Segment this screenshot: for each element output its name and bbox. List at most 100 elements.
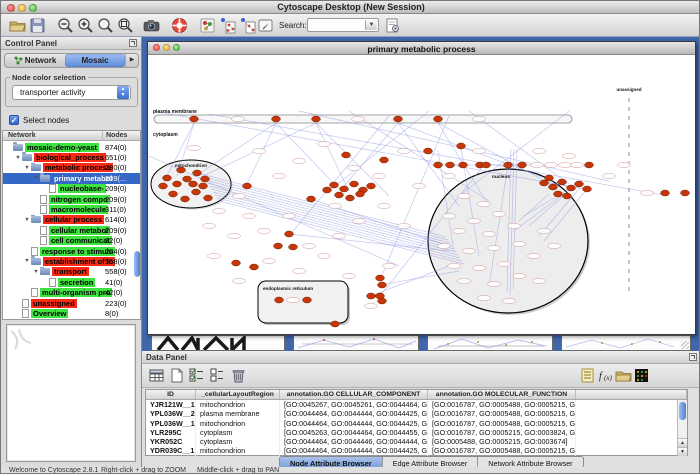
node-label[interactable]	[458, 278, 471, 283]
background-window-sliver[interactable]	[561, 335, 691, 351]
expander-icon[interactable]: ▼	[32, 269, 40, 275]
expander-icon[interactable]: ▼	[23, 258, 31, 264]
node-label[interactable]	[513, 273, 526, 278]
select-attributes-icon[interactable]	[188, 367, 205, 384]
graph-node[interactable]	[424, 148, 433, 154]
graph-node[interactable]	[323, 187, 332, 193]
node-label[interactable]	[352, 116, 365, 121]
select-nodes-checkbox[interactable]: ✓	[9, 115, 19, 125]
node-label[interactable]	[398, 223, 411, 228]
tab-network[interactable]: Network	[5, 54, 65, 67]
tree-row[interactable]: secretion41(0)	[3, 277, 140, 287]
delete-attribute-icon[interactable]	[230, 367, 247, 384]
expander-icon[interactable]: ▼	[23, 165, 31, 171]
node-label[interactable]	[293, 268, 306, 273]
graph-node[interactable]	[554, 191, 563, 197]
graph-node[interactable]	[350, 181, 359, 187]
graph-edge[interactable]	[371, 266, 449, 296]
graph-node[interactable]	[504, 162, 513, 168]
graph-node[interactable]	[346, 195, 355, 201]
open-file-icon[interactable]	[9, 17, 26, 34]
node-label[interactable]	[531, 162, 544, 167]
tree-row[interactable]: nucleobase-209(0)	[3, 184, 140, 194]
node-label[interactable]	[258, 228, 271, 233]
tree-row[interactable]: mosaic-demo-yeast874(0)	[3, 142, 140, 152]
node-label[interactable]	[478, 295, 491, 300]
expander-icon[interactable]: ▼	[23, 217, 31, 223]
node-label[interactable]	[329, 203, 342, 208]
node-label[interactable]	[203, 223, 216, 228]
resize-grip-icon[interactable]	[681, 341, 689, 349]
node-label[interactable]	[463, 248, 476, 253]
node-label[interactable]	[488, 281, 501, 286]
table-row[interactable]: YLR295Ccytoplasm[GO:0045263, GO:0044464,…	[146, 428, 687, 437]
node-label[interactable]	[563, 153, 576, 158]
tree-row[interactable]: cell communicat22(0)	[3, 236, 140, 246]
tree-row[interactable]: macromolecule311(0)	[3, 204, 140, 214]
column-divider[interactable]	[102, 131, 103, 141]
node-label[interactable]	[233, 193, 246, 198]
graph-node[interactable]	[275, 297, 284, 303]
graph-node[interactable]	[272, 116, 281, 122]
node-label[interactable]	[488, 245, 501, 250]
node-label[interactable]	[378, 203, 391, 208]
tree-row[interactable]: nitrogen compo209(0)	[3, 194, 140, 204]
formula-icon[interactable]: f(x)	[597, 367, 614, 384]
node-label[interactable]	[528, 253, 541, 258]
node-label[interactable]	[243, 213, 256, 218]
tree-row[interactable]: unassigned223(0)	[3, 298, 140, 308]
node-label[interactable]	[273, 173, 286, 178]
node-label[interactable]	[232, 116, 245, 121]
birdseye-view[interactable]	[6, 324, 136, 462]
graph-node[interactable]	[340, 186, 349, 192]
graph-node[interactable]	[380, 157, 389, 163]
node-label[interactable]	[413, 183, 426, 188]
graph-node[interactable]	[274, 243, 283, 249]
graph-edge[interactable]	[209, 114, 669, 196]
node-label[interactable]	[383, 263, 396, 268]
node-label[interactable]	[233, 278, 246, 283]
graph-edge[interactable]	[149, 156, 399, 266]
search-index-icon[interactable]	[384, 17, 401, 34]
graph-node[interactable]	[181, 196, 190, 202]
node-label[interactable]	[318, 141, 331, 146]
node-label[interactable]	[533, 278, 546, 283]
graph-node[interactable]	[201, 176, 210, 182]
zoom-selected-icon[interactable]	[97, 17, 114, 34]
tree-row[interactable]: ▼biological_process651(0)	[3, 152, 140, 162]
node-label[interactable]	[443, 213, 456, 218]
table-row[interactable]: YPL036W__2plasma membrane[GO:0044464, GO…	[146, 409, 687, 418]
graph-node[interactable]	[163, 175, 172, 181]
node-label[interactable]	[483, 231, 496, 236]
graph-node[interactable]	[356, 191, 365, 197]
new-attribute-icon[interactable]	[168, 367, 185, 384]
graph-node[interactable]	[661, 190, 670, 196]
node-label[interactable]	[373, 173, 386, 178]
float-panel-icon[interactable]	[129, 39, 137, 47]
graph-node[interactable]	[482, 162, 491, 168]
tab-node-attribute-browser[interactable]: Node Attribute Browser	[280, 457, 383, 467]
node-label[interactable]	[283, 213, 296, 218]
tree-row[interactable]: response to stimulu264(0)	[3, 246, 140, 256]
graph-node[interactable]	[376, 275, 385, 281]
graph-node[interactable]	[193, 170, 202, 176]
graph-node[interactable]	[312, 116, 321, 122]
tree-row[interactable]: ▼metabolic process280(0)	[3, 163, 140, 173]
graph-node[interactable]	[378, 282, 387, 288]
save-icon[interactable]	[29, 17, 46, 34]
unselect-attributes-icon[interactable]	[208, 367, 225, 384]
node-label[interactable]	[603, 173, 616, 178]
node-label[interactable]	[348, 165, 361, 170]
tab-overflow-arrow[interactable]: ▶	[125, 54, 138, 67]
node-label[interactable]	[438, 243, 451, 248]
background-window-sliver[interactable]	[427, 335, 553, 351]
search-dropdown-arrow-icon[interactable]: ▼	[365, 20, 377, 30]
node-label[interactable]	[508, 223, 521, 228]
node-label[interactable]	[287, 297, 300, 302]
node-label[interactable]	[263, 258, 276, 263]
graph-node[interactable]	[189, 181, 198, 187]
node-label[interactable]	[333, 233, 346, 238]
graph-node[interactable]	[204, 195, 213, 201]
snapshot-camera-icon[interactable]	[143, 17, 160, 34]
node-label[interactable]	[213, 208, 226, 213]
